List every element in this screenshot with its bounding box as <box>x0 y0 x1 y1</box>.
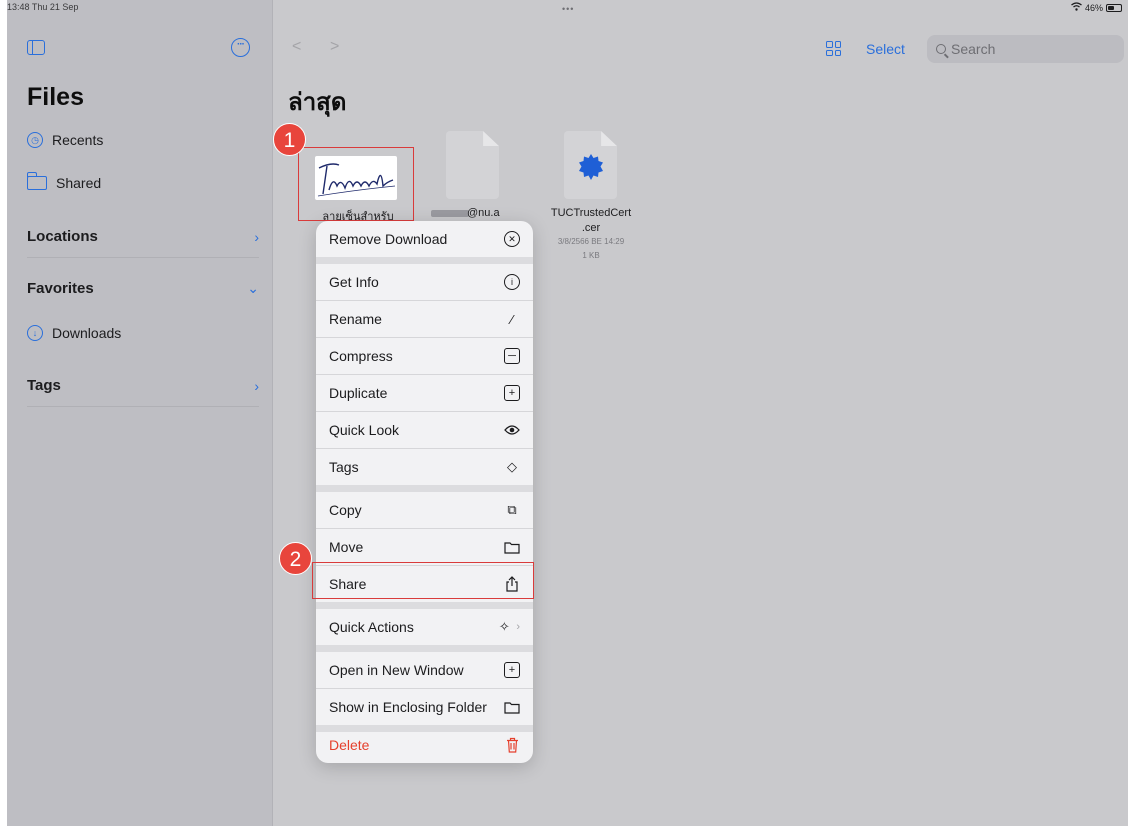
section-label: Favorites <box>27 280 94 297</box>
battery-percent: 46% <box>1084 2 1103 13</box>
pencil-icon: ⁄ <box>510 311 514 327</box>
menu-item-duplicate[interactable]: Duplicate + <box>316 375 533 411</box>
menu-group-gap <box>316 645 533 652</box>
menu-item-rename[interactable]: Rename ⁄ <box>316 301 533 337</box>
menu-item-label: Move <box>329 539 364 555</box>
menu-item-label: Delete <box>329 737 370 753</box>
chevron-down-icon: ⌄ <box>247 280 259 296</box>
menu-item-label: Copy <box>329 502 362 518</box>
sparkles-icon: ✧ <box>498 619 510 634</box>
section-favorites[interactable]: Favorites ⌄ <box>27 280 259 297</box>
menu-item-delete[interactable]: Delete <box>316 727 533 763</box>
menu-item-label: Duplicate <box>329 385 388 401</box>
menu-item-remove-download[interactable]: Remove Download ✕ <box>316 221 533 257</box>
certificate-seal-icon <box>579 154 603 180</box>
sidebar-item-shared[interactable]: Shared <box>26 172 102 191</box>
menu-group-gap <box>316 602 533 609</box>
quick-actions-accessory: ✧ › <box>496 619 520 635</box>
highlight-share-item <box>312 562 534 599</box>
sidebar-item-label: Downloads <box>52 325 122 341</box>
sidebar-title: Files <box>27 83 84 111</box>
file-name: @nu.a <box>467 207 500 219</box>
status-time: 13:48 Thu 21 Sep <box>7 2 79 12</box>
trash-icon <box>504 737 520 753</box>
sidebar-item-recents[interactable]: ◷ Recents <box>27 132 103 148</box>
chevron-right-icon: › <box>516 621 520 633</box>
clock-icon: ◷ <box>27 132 43 148</box>
search-icon <box>936 44 946 54</box>
folder-icon <box>504 699 520 715</box>
more-options-button[interactable]: ··· <box>231 38 250 57</box>
chevron-right-icon: › <box>254 228 259 245</box>
section-locations[interactable]: Locations › <box>27 228 259 245</box>
download-icon: ↓ <box>27 325 43 341</box>
wifi-icon <box>1071 2 1082 13</box>
tag-icon: ◇ <box>507 459 517 474</box>
file-thumbnail-document[interactable] <box>446 131 499 199</box>
info-icon: i <box>504 274 520 290</box>
menu-group-gap <box>316 485 533 492</box>
context-menu: Remove Download ✕ Get Info i Rename ⁄ Co… <box>316 221 533 763</box>
menu-item-label: Tags <box>329 459 359 475</box>
battery-icon <box>1106 3 1122 12</box>
x-circle-icon: ✕ <box>504 231 520 247</box>
status-indicators: 46% <box>1071 2 1122 13</box>
menu-item-show-in-enclosing-folder[interactable]: Show in Enclosing Folder <box>316 689 533 725</box>
step-badge-2: 2 <box>279 542 312 575</box>
ipad-screen: ··· Files ◷ Recents Shared Locations › F… <box>7 0 1128 826</box>
redacted-name-block <box>431 210 469 217</box>
section-label: Tags <box>27 377 61 394</box>
eye-icon <box>504 422 520 438</box>
divider <box>27 257 259 258</box>
menu-item-get-info[interactable]: Get Info i <box>316 264 533 300</box>
search-placeholder: Search <box>951 41 996 57</box>
menu-item-tags[interactable]: Tags ◇ <box>316 449 533 485</box>
divider <box>27 406 259 407</box>
back-button[interactable]: < <box>292 38 301 56</box>
menu-item-label: Compress <box>329 348 393 364</box>
file-thumbnail-certificate[interactable] <box>564 131 617 199</box>
chevron-right-icon: › <box>254 377 259 394</box>
menu-item-quick-actions[interactable]: Quick Actions ✧ › <box>316 609 533 645</box>
sidebar: ··· Files ◷ Recents Shared Locations › F… <box>7 0 273 826</box>
folder-icon <box>504 539 520 555</box>
menu-group-gap <box>316 257 533 264</box>
select-button[interactable]: Select <box>866 41 905 57</box>
page-title: ล่าสุด <box>288 89 347 116</box>
menu-item-move[interactable]: Move <box>316 529 533 565</box>
section-label: Locations <box>27 228 98 245</box>
multitasking-dots[interactable]: ••• <box>562 4 574 14</box>
plus-square-icon: + <box>504 662 520 678</box>
copy-icon: ⧉ <box>507 502 517 517</box>
file-date: 3/8/2566 BE 14:29 <box>557 237 625 246</box>
menu-item-label: Open in New Window <box>329 662 464 678</box>
search-input[interactable]: Search <box>927 35 1124 63</box>
menu-item-open-in-new-window[interactable]: Open in New Window + <box>316 652 533 688</box>
file-name: TUCTrustedCert <box>550 207 632 219</box>
sidebar-toggle-icon[interactable] <box>27 40 45 55</box>
sidebar-item-label: Shared <box>56 175 102 191</box>
menu-item-label: Quick Look <box>329 422 400 438</box>
step-badge-1: 1 <box>273 123 306 156</box>
menu-item-label: Rename <box>329 311 382 327</box>
sidebar-item-downloads[interactable]: ↓ Downloads <box>27 325 121 341</box>
menu-item-compress[interactable]: Compress ─ <box>316 338 533 374</box>
menu-item-quick-look[interactable]: Quick Look <box>316 412 533 448</box>
menu-item-copy[interactable]: Copy ⧉ <box>316 492 533 528</box>
menu-item-label: Get Info <box>329 274 379 290</box>
section-tags[interactable]: Tags › <box>27 377 259 394</box>
menu-item-label: Quick Actions <box>329 619 414 635</box>
shared-folder-icon <box>26 172 47 190</box>
menu-item-label: Remove Download <box>329 231 448 247</box>
grid-view-icon[interactable] <box>826 41 841 56</box>
file-extension: .cer <box>581 222 601 234</box>
file-size: 1 KB <box>582 251 600 260</box>
duplicate-icon: + <box>504 385 520 401</box>
menu-item-label: Show in Enclosing Folder <box>329 699 487 715</box>
archive-box-icon: ─ <box>504 348 520 364</box>
sidebar-item-label: Recents <box>52 132 104 148</box>
forward-button[interactable]: > <box>330 38 339 56</box>
